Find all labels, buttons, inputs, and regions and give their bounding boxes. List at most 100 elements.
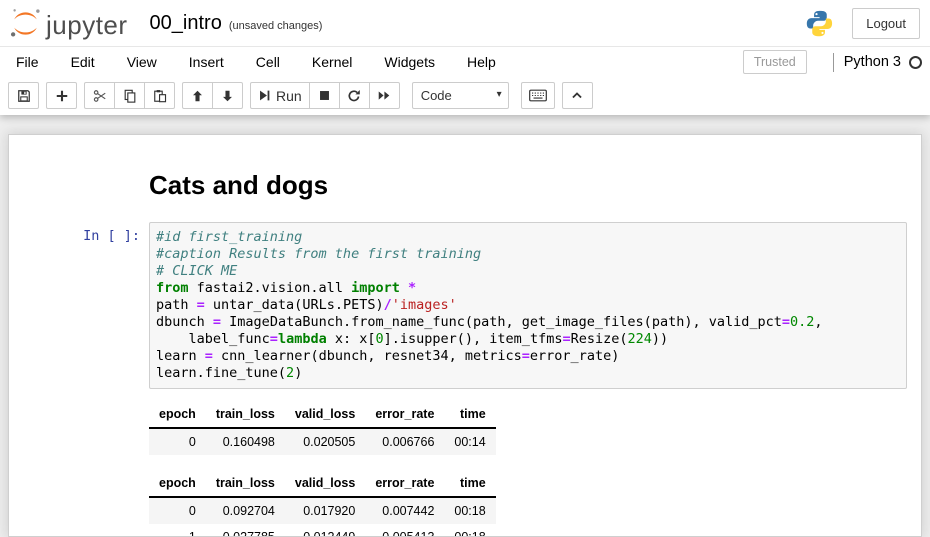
code-line: #id first_training (156, 229, 900, 246)
cut-cell-button[interactable] (84, 82, 115, 109)
column-header: error_rate (365, 470, 444, 497)
plus-icon (55, 89, 69, 103)
move-cell-down-button[interactable] (212, 82, 243, 109)
arrow-up-icon (191, 89, 204, 103)
run-button[interactable]: Run (250, 82, 310, 109)
stop-icon (318, 89, 331, 102)
notebook-title[interactable]: 00_intro (150, 12, 222, 35)
markdown-prompt-gutter (9, 171, 149, 222)
column-header: valid_loss (285, 401, 365, 428)
move-cell-up-button[interactable] (182, 82, 213, 109)
toolbar-button-group (562, 82, 593, 109)
scissors-icon (93, 89, 107, 103)
toolbar: Run Code▾ (0, 77, 930, 115)
toolbar-button-group (521, 82, 555, 109)
column-header: error_rate (365, 401, 444, 428)
logout-button[interactable]: Logout (852, 8, 920, 39)
table-cell: 0.005413 (365, 524, 444, 537)
paste-cell-button[interactable] (144, 82, 175, 109)
menu-item-edit[interactable]: Edit (55, 47, 111, 77)
python-logo-icon (805, 9, 834, 38)
input-prompt: In [ ]: (9, 222, 149, 389)
table-row: 10.0277850.0124490.00541300:18 (149, 524, 496, 537)
menu-item-kernel[interactable]: Kernel (296, 47, 368, 77)
arrow-down-icon (221, 89, 234, 103)
chevron-up-icon (570, 89, 584, 102)
toolbar-button-group (46, 82, 77, 109)
table-cell: 00:18 (444, 524, 495, 537)
notebook-header: jupyter 00_intro (unsaved changes) Logou… (0, 0, 930, 46)
table-row: 00.0927040.0179200.00744200:18 (149, 497, 496, 524)
code-line: learn = cnn_learner(dbunch, resnet34, me… (156, 348, 900, 365)
output-area: epochtrain_lossvalid_losserror_ratetime0… (149, 401, 907, 537)
jupyter-logo[interactable]: jupyter (9, 7, 128, 40)
fast-forward-icon (377, 89, 391, 102)
save-button[interactable] (8, 82, 39, 109)
jupyter-logo-text: jupyter (46, 12, 128, 40)
table-cell: 0.160498 (206, 428, 285, 455)
menu-item-cell[interactable]: Cell (240, 47, 296, 77)
restart-icon (347, 89, 361, 103)
code-cell[interactable]: In [ ]: #id first_training#caption Resul… (9, 222, 907, 389)
code-line: dbunch = ImageDataBunch.from_name_func(p… (156, 314, 900, 331)
code-line: from fastai2.vision.all import * (156, 280, 900, 297)
table-cell: 0.007442 (365, 497, 444, 524)
floppy-icon (17, 89, 31, 103)
toolbar-button-group: Run (250, 82, 400, 109)
header-block: jupyter 00_intro (unsaved changes) Logou… (0, 0, 930, 115)
toolbar-button-group (84, 82, 175, 109)
kernel-idle-icon (909, 56, 922, 69)
code-editor[interactable]: #id first_training#caption Results from … (149, 222, 907, 389)
menu-item-widgets[interactable]: Widgets (368, 47, 451, 77)
cell-type-select[interactable]: Code (412, 82, 509, 109)
menu-bar: FileEditViewInsertCellKernelWidgetsHelp … (0, 46, 930, 77)
menu-item-help[interactable]: Help (451, 47, 512, 77)
column-header: train_loss (206, 470, 285, 497)
copy-cell-button[interactable] (114, 82, 145, 109)
column-header: time (444, 401, 495, 428)
site-background: Cats and dogs In [ ]: #id first_training… (0, 115, 930, 537)
restart-kernel-button[interactable] (339, 82, 370, 109)
table-cell: 0.020505 (285, 428, 365, 455)
jupyter-notebook-app: jupyter 00_intro (unsaved changes) Logou… (0, 0, 930, 537)
jupyter-planet-icon (9, 7, 42, 40)
training-output-table: epochtrain_lossvalid_losserror_ratetime0… (149, 401, 496, 455)
command-palette-button[interactable] (521, 82, 555, 109)
training-output-table: epochtrain_lossvalid_losserror_ratetime0… (149, 470, 496, 537)
table-cell: 0 (149, 428, 206, 455)
markdown-cell[interactable]: Cats and dogs (9, 171, 907, 222)
notebook-container: Cats and dogs In [ ]: #id first_training… (8, 134, 922, 537)
code-line: learn.fine_tune(2) (156, 365, 900, 382)
kernel-divider (833, 53, 834, 72)
cell-type-select-wrap: Code▾ (412, 82, 509, 109)
run-button-label: Run (276, 88, 302, 104)
table-cell: 0.017920 (285, 497, 365, 524)
column-header: epoch (149, 470, 206, 497)
table-cell: 1 (149, 524, 206, 537)
column-header: time (444, 470, 495, 497)
trusted-button[interactable]: Trusted (743, 50, 807, 74)
interrupt-kernel-button[interactable] (309, 82, 340, 109)
paste-icon (153, 89, 167, 103)
toolbar-button-group (182, 82, 243, 109)
scroll-up-button[interactable] (562, 82, 593, 109)
keyboard-icon (529, 89, 547, 102)
table-cell: 0.006766 (365, 428, 444, 455)
table-cell: 00:14 (444, 428, 495, 455)
add-cell-button[interactable] (46, 82, 77, 109)
table-cell: 0.092704 (206, 497, 285, 524)
menu-item-insert[interactable]: Insert (173, 47, 240, 77)
code-line: # CLICK ME (156, 263, 900, 280)
restart-run-all-button[interactable] (369, 82, 400, 109)
column-header: valid_loss (285, 470, 365, 497)
markdown-heading: Cats and dogs (149, 171, 328, 200)
kernel-name: Python 3 (844, 54, 901, 70)
column-header: epoch (149, 401, 206, 428)
table-row: 00.1604980.0205050.00676600:14 (149, 428, 496, 455)
table-cell: 00:18 (444, 497, 495, 524)
menu-item-view[interactable]: View (111, 47, 173, 77)
copy-icon (123, 89, 137, 103)
table-cell: 0.012449 (285, 524, 365, 537)
menu-item-file[interactable]: File (0, 47, 55, 77)
table-cell: 0.027785 (206, 524, 285, 537)
